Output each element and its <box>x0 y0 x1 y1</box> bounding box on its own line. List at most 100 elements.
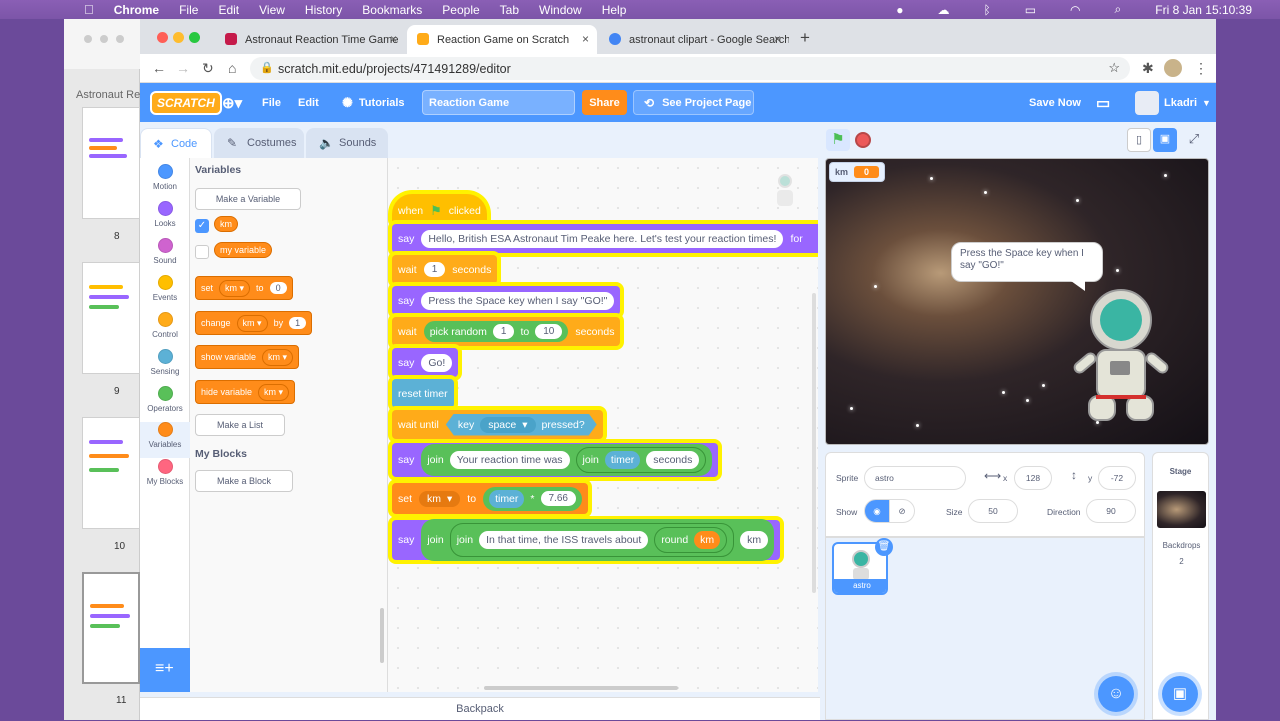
close-tab-icon[interactable]: × <box>390 32 397 46</box>
multiply-value-input[interactable]: 7.66 <box>540 491 576 506</box>
small-stage-button[interactable]: ▯ <box>1127 128 1151 152</box>
km-monitor[interactable]: km 0 <box>829 162 886 182</box>
menu-view[interactable]: View <box>259 3 285 17</box>
palette-var-my-variable[interactable]: my variable <box>214 242 273 258</box>
url-input[interactable]: 🔒 scratch.mit.edu/projects/471491289/edi… <box>250 57 1130 80</box>
back-icon[interactable]: ← <box>152 60 166 76</box>
y-input[interactable]: -72 <box>1098 466 1136 490</box>
wait-until-block[interactable]: wait until key space ▾ pressed? <box>392 410 603 439</box>
key-pressed-reporter[interactable]: key space ▾ pressed? <box>446 414 597 436</box>
say-iss-distance-block[interactable]: say join join In that time, the ISS trav… <box>392 519 781 561</box>
stage-selector[interactable]: Stage Backdrops 2 ▣ <box>1152 452 1209 720</box>
stage-canvas[interactable]: km 0 Press the Space key when I say "GO!… <box>825 158 1209 445</box>
slide-thumb-8[interactable] <box>82 107 140 219</box>
palette-var-km[interactable]: km <box>214 216 238 232</box>
palette-scrollbar[interactable] <box>380 608 384 663</box>
x-input[interactable]: 128 <box>1014 466 1052 490</box>
slide-thumb-11[interactable] <box>82 572 140 684</box>
delete-sprite-icon[interactable]: 🗑 <box>875 538 893 556</box>
join-reporter[interactable]: join Your reaction time was join timer s… <box>421 444 713 476</box>
menu-edit[interactable]: Edit <box>218 3 239 17</box>
wait-block[interactable]: wait 1 seconds <box>392 255 498 284</box>
timer-reporter[interactable]: timer <box>489 489 525 508</box>
join-reporter-inner[interactable]: join timer seconds <box>575 447 707 473</box>
tutorials-button[interactable]: ✺ Tutorials <box>342 83 405 122</box>
tab-sounds[interactable]: 🔈 Sounds <box>306 128 388 158</box>
say-text-input[interactable]: Press the Space key when I say "GO!" <box>421 291 615 310</box>
say-text-input[interactable]: Go! <box>421 353 453 372</box>
reload-icon[interactable]: ↻ <box>202 60 214 77</box>
stop-button[interactable] <box>855 132 871 148</box>
chrome-menu-icon[interactable]: ⋮ <box>1194 60 1208 77</box>
cloud-icon[interactable]: ☁ <box>938 3 950 17</box>
script-hscrollbar[interactable] <box>484 686 678 690</box>
palette-show-variable-block[interactable]: show variable km ▾ <box>195 345 300 369</box>
hide-eye-icon[interactable]: ⊘ <box>889 499 915 523</box>
category-variables[interactable]: Variables <box>140 422 190 458</box>
slide-thumb-9[interactable] <box>82 262 140 374</box>
menu-people[interactable]: People <box>442 3 479 17</box>
km-checkbox[interactable]: ✓ <box>195 219 209 233</box>
choose-sprite-button[interactable]: ☺ <box>1098 676 1134 712</box>
make-block-button[interactable]: Make a Block <box>195 470 293 492</box>
category-sound[interactable]: Sound <box>140 238 190 265</box>
category-myblocks[interactable]: My Blocks <box>140 459 190 486</box>
save-now-button[interactable]: Save Now <box>1029 83 1081 122</box>
set-km-block[interactable]: set km ▾ to timer * 7.66 <box>392 483 588 514</box>
make-list-button[interactable]: Make a List <box>195 414 285 436</box>
var-dropdown[interactable]: km ▾ <box>258 383 290 401</box>
show-visible-eye-icon[interactable]: ◉ <box>864 499 890 523</box>
battery-icon[interactable]: ▭ <box>1025 3 1036 17</box>
menu-bookmarks[interactable]: Bookmarks <box>362 3 422 17</box>
value-input[interactable]: 0 <box>269 282 287 294</box>
clock[interactable]: Fri 8 Jan 15:10:39 <box>1155 3 1252 17</box>
round-reporter[interactable]: round km <box>654 527 728 553</box>
wait-random-block[interactable]: wait pick random 1 to 10 seconds <box>392 317 621 346</box>
sprite-name-input[interactable]: astro <box>864 466 966 490</box>
category-looks[interactable]: Looks <box>140 201 190 228</box>
menu-tab[interactable]: Tab <box>500 3 519 17</box>
palette-hide-variable-block[interactable]: hide variable km ▾ <box>195 380 296 404</box>
wait-seconds-input[interactable]: 1 <box>423 262 446 277</box>
language-globe-icon[interactable]: ⊕▾ <box>222 83 242 122</box>
reset-timer-block[interactable]: reset timer <box>392 379 454 408</box>
script-area[interactable]: when ⚑ clicked say Hello, British ESA As… <box>388 158 818 692</box>
say-block[interactable]: say Press the Space key when I say "GO!" <box>392 286 621 315</box>
say-text-input[interactable]: Hello, British ESA Astronaut Tim Peake h… <box>421 229 784 248</box>
var-dropdown[interactable]: km ▾ <box>236 314 268 332</box>
menu-window[interactable]: Window <box>539 3 582 17</box>
script-vscrollbar[interactable] <box>812 293 816 593</box>
say-for-block[interactable]: say Hello, British ESA Astronaut Tim Pea… <box>392 224 818 253</box>
join-text-input[interactable]: km <box>740 531 769 549</box>
window-close-icon[interactable] <box>84 35 92 43</box>
add-extension-button[interactable]: ≡+ <box>140 648 190 692</box>
category-control[interactable]: Control <box>140 312 190 339</box>
choose-backdrop-button[interactable]: ▣ <box>1162 676 1198 712</box>
timer-reporter[interactable]: timer <box>604 451 641 469</box>
forward-icon[interactable]: → <box>176 60 190 76</box>
file-menu[interactable]: File <box>262 83 281 122</box>
astronaut-sprite[interactable] <box>1066 287 1171 435</box>
window-zoom-icon[interactable] <box>116 35 124 43</box>
search-icon[interactable]: ⌕ <box>1115 2 1122 17</box>
join-reporter[interactable]: join join In that time, the ISS travels … <box>421 519 775 561</box>
menu-help[interactable]: Help <box>602 3 627 17</box>
record-icon[interactable]: ● <box>896 3 903 17</box>
join-reporter-inner[interactable]: join In that time, the ISS travels about… <box>449 523 735 557</box>
close-tab-icon[interactable]: × <box>774 32 781 46</box>
apple-icon[interactable]:  <box>84 2 94 17</box>
edit-menu[interactable]: Edit <box>298 83 319 122</box>
new-tab-button[interactable]: + <box>800 28 810 48</box>
star-icon[interactable]: ☆ <box>1108 60 1120 76</box>
tab-code[interactable]: ❖ Code <box>140 128 212 158</box>
tab-astronaut-game[interactable]: Astronaut Reaction Time Game × <box>215 25 405 54</box>
normal-stage-button[interactable]: ▣ <box>1153 128 1177 152</box>
say-go-block[interactable]: say Go! <box>392 348 459 377</box>
profile-avatar[interactable] <box>1164 59 1182 77</box>
minimize-window-icon[interactable] <box>173 32 184 43</box>
category-sensing[interactable]: Sensing <box>140 349 190 376</box>
user-menu[interactable]: Lkadri ▼ <box>1135 83 1211 122</box>
key-dropdown[interactable]: space ▾ <box>480 417 535 433</box>
say-reaction-time-block[interactable]: say join Your reaction time was join tim… <box>392 443 719 477</box>
menu-history[interactable]: History <box>305 3 342 17</box>
